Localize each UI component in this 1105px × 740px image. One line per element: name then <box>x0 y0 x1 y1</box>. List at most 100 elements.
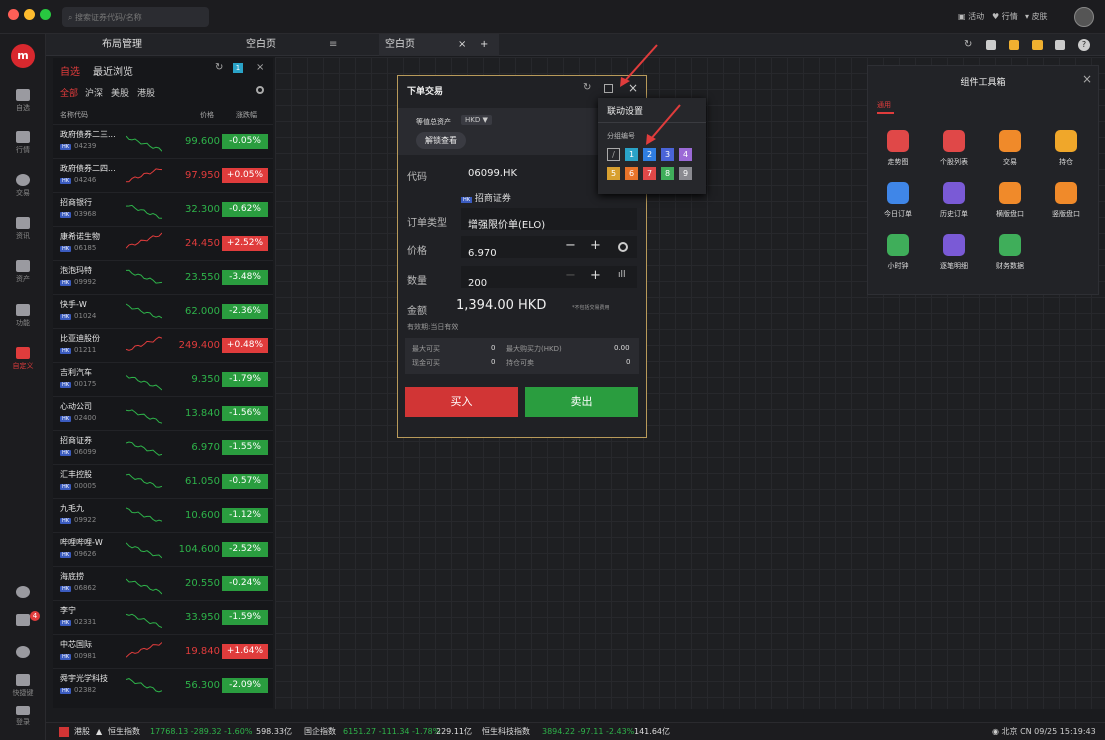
tool-item[interactable]: 逐笔明细 <box>928 234 980 271</box>
close-icon[interactable]: × <box>256 62 264 73</box>
price-input[interactable]: 6.970 <box>461 236 637 259</box>
code-input[interactable]: 06099.HK <box>468 168 517 179</box>
tool-label: 持仓 <box>1059 158 1073 166</box>
table-row[interactable]: 招商银行 HK 03968 32.300 -0.62% <box>53 192 273 225</box>
settings-icon[interactable] <box>256 86 264 94</box>
tab-blank-1[interactable]: 空白页 <box>246 34 276 56</box>
lock-icon[interactable] <box>986 40 996 50</box>
tab-layout-manage[interactable]: 布局管理 <box>102 34 142 56</box>
table-row[interactable]: 海底捞 HK 06862 20.550 -0.24% <box>53 566 273 599</box>
quantity-plus-button[interactable]: + <box>590 268 601 283</box>
market-us[interactable]: 美股 <box>111 86 129 99</box>
tool-item[interactable]: 交易 <box>984 130 1036 167</box>
stock-price: 10.600 <box>185 510 220 521</box>
tool-item[interactable]: 个股列表 <box>928 130 980 167</box>
toolbox-icon[interactable] <box>1032 40 1043 50</box>
table-row[interactable]: 比亚迪股份 HK 01211 249.400 +0.48% <box>53 328 273 361</box>
tab-watchlist[interactable]: 自选 <box>60 63 80 78</box>
table-row[interactable]: 哔哩哔哩-W HK 09626 104.600 -2.52% <box>53 532 273 565</box>
sidebar-item-assets[interactable]: 资产 <box>0 260 46 284</box>
market-all[interactable]: 全部 <box>60 86 78 99</box>
stock-code: HK 06185 <box>60 244 96 252</box>
table-row[interactable]: 九毛九 HK 09922 10.600 -1.12% <box>53 498 273 531</box>
table-row[interactable]: 招商证券 HK 06099 6.970 -1.55% <box>53 430 273 463</box>
minimize-window-button[interactable] <box>24 9 35 20</box>
table-row[interactable]: 心动公司 HK 02400 13.840 -1.56% <box>53 396 273 429</box>
sidebar-item-functions[interactable]: 功能 <box>0 304 46 328</box>
close-icon[interactable]: × <box>1082 72 1092 86</box>
stock-name: 哔哩哔哩-W <box>60 538 103 547</box>
header-change[interactable]: 涨跌幅 <box>236 110 257 120</box>
shortcut-button[interactable]: 快捷键 <box>0 674 46 698</box>
buy-button[interactable]: 买入 <box>405 387 518 417</box>
table-row[interactable]: 吉利汽车 HK 00175 9.350 -1.79% <box>53 362 273 395</box>
tool-item[interactable]: 历史订单 <box>928 182 980 219</box>
header-name[interactable]: 名称代码 <box>60 110 88 120</box>
sidebar-item-news[interactable]: 资讯 <box>0 217 46 241</box>
user-avatar[interactable] <box>1074 7 1094 27</box>
chart-icon <box>16 131 30 143</box>
close-window-button[interactable] <box>8 9 19 20</box>
menu-icon[interactable]: ≡ <box>329 34 337 56</box>
tab-label: 空白页 <box>385 39 415 50</box>
table-row[interactable]: 舜宇光学科技 HK 02382 56.300 -2.09% <box>53 668 273 701</box>
refresh-icon[interactable]: ↻ <box>215 62 223 73</box>
market-a-share[interactable]: 沪深 <box>85 86 103 99</box>
unlock-view-button[interactable]: 解锁查看 <box>416 132 466 149</box>
currency-select[interactable]: HKD ▼ <box>461 115 492 125</box>
search-input[interactable]: ⌕ 搜索证券代码/名称 <box>62 7 209 27</box>
header-price[interactable]: 价格 <box>200 110 214 120</box>
table-row[interactable]: 汇丰控股 HK 00005 61.050 -0.57% <box>53 464 273 497</box>
tool-item[interactable]: 走势图 <box>872 130 924 167</box>
link-group-badge[interactable]: 1 <box>233 63 243 73</box>
tool-item[interactable]: 持仓 <box>1040 130 1092 167</box>
table-row[interactable]: 李宁 HK 02331 33.950 -1.59% <box>53 600 273 633</box>
market-name[interactable]: 港股 <box>74 723 90 740</box>
save-icon[interactable] <box>1055 40 1065 50</box>
help-icon[interactable]: ? <box>1078 39 1090 51</box>
login-button[interactable]: 登录 <box>0 706 46 727</box>
layout-grid-icon[interactable] <box>1009 40 1019 50</box>
tool-item[interactable]: 横版盘口 <box>984 182 1036 219</box>
table-row[interactable]: 快手-W HK 01024 62.000 -2.36% <box>53 294 273 327</box>
crosshair-icon[interactable] <box>618 242 628 252</box>
add-tab-button[interactable]: + <box>480 34 488 56</box>
table-row[interactable]: 中芯国际 HK 00981 19.840 +1.64% <box>53 634 273 667</box>
tab-general[interactable]: 通用 <box>877 100 891 110</box>
close-icon[interactable]: × <box>458 34 466 56</box>
table-row[interactable]: 康希诺生物 HK 06185 24.450 +2.52% <box>53 226 273 259</box>
position-bars-icon[interactable]: ıll <box>618 270 626 280</box>
sparkline-line <box>126 269 162 284</box>
activity-menu[interactable]: ▣ 活动 <box>958 11 984 22</box>
settings-button[interactable] <box>0 646 46 660</box>
table-row[interactable]: 泡泡玛特 HK 09992 23.550 -3.48% <box>53 260 273 293</box>
order-type-select[interactable]: 增强限价单(ELO) <box>461 208 637 231</box>
quantity-input[interactable]: 200 <box>461 266 637 289</box>
tool-item[interactable]: 财务数据 <box>984 234 1036 271</box>
market-menu[interactable]: ♥ 行情 <box>992 11 1018 22</box>
sidebar-item-trade[interactable]: 交易 <box>0 174 46 198</box>
maximize-window-button[interactable] <box>40 9 51 20</box>
table-row[interactable]: 政府债券二三... HK 04239 99.600 -0.05% <box>53 124 273 157</box>
price-plus-button[interactable]: + <box>590 238 601 253</box>
tab-recent[interactable]: 最近浏览 <box>93 63 133 78</box>
table-row[interactable]: 政府债券二四... HK 04246 97.950 +0.05% <box>53 158 273 191</box>
quantity-minus-button[interactable]: − <box>565 268 576 283</box>
tool-item[interactable]: 小时钟 <box>872 234 924 271</box>
title-bar: ⌕ 搜索证券代码/名称 ▣ 活动 ♥ 行情 ▾ 皮肤 <box>0 0 1105 34</box>
market-hk[interactable]: 港股 <box>137 86 155 99</box>
price-minus-button[interactable]: − <box>565 238 576 253</box>
sidebar-item-custom[interactable]: 自定义 <box>0 347 46 371</box>
tool-icon <box>999 130 1021 152</box>
refresh-icon[interactable]: ↻ <box>964 34 972 56</box>
support-button[interactable] <box>0 586 46 600</box>
sidebar-item-quotes[interactable]: 行情 <box>0 131 46 155</box>
sidebar-item-watchlist[interactable]: 自选 <box>0 89 46 113</box>
tool-item[interactable]: 今日订单 <box>872 182 924 219</box>
hk-tag: HK <box>461 197 473 203</box>
tool-icon <box>943 182 965 204</box>
skin-menu[interactable]: ▾ 皮肤 <box>1025 11 1048 22</box>
stock-price: 249.400 <box>178 340 220 351</box>
sell-button[interactable]: 卖出 <box>525 387 638 417</box>
tool-item[interactable]: 竖版盘口 <box>1040 182 1092 219</box>
